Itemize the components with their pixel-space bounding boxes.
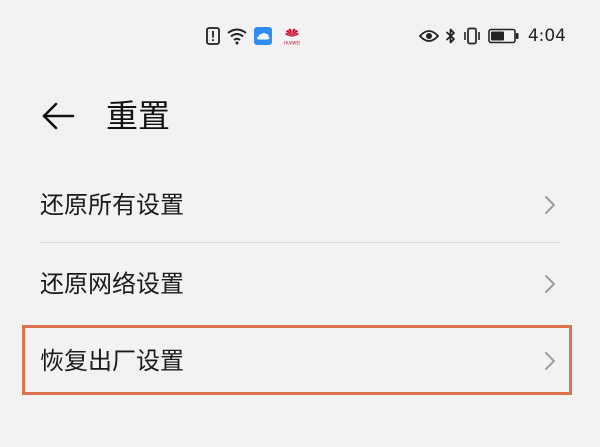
back-button[interactable] <box>36 94 80 138</box>
chevron-right-icon <box>540 195 560 215</box>
chevron-right-icon <box>540 274 560 294</box>
alert-icon <box>206 27 220 45</box>
status-notification-icons: HUAWEI <box>206 24 306 48</box>
eye-icon <box>418 29 439 43</box>
divider <box>40 242 560 243</box>
list-item-factory-reset[interactable]: 恢复出厂设置 <box>40 322 560 400</box>
cloud-app-icon <box>254 27 272 45</box>
page-title: 重置 <box>106 97 171 135</box>
arrow-left-icon <box>41 102 75 130</box>
list-item-label: 恢复出厂设置 <box>40 347 184 375</box>
list-item-label: 还原所有设置 <box>40 191 184 219</box>
bluetooth-icon <box>445 27 456 45</box>
vibrate-icon <box>462 27 482 45</box>
chevron-right-icon <box>540 351 560 371</box>
app-bar: 重置 <box>0 64 600 164</box>
status-system-icons: 4:04 <box>418 24 566 48</box>
wifi-icon <box>226 27 248 45</box>
status-time: 4:04 <box>527 26 566 46</box>
battery-icon <box>488 28 520 44</box>
huawei-logo-text: HUAWEI <box>284 41 300 46</box>
status-bar: HUAWEI 4:04 <box>0 0 600 64</box>
list-item-label: 还原网络设置 <box>40 270 184 298</box>
list-item-reset-all-settings[interactable]: 还原所有设置 <box>40 166 560 244</box>
list-item-reset-network-settings[interactable]: 还原网络设置 <box>40 245 560 323</box>
huawei-logo-icon: HUAWEI <box>278 26 306 46</box>
